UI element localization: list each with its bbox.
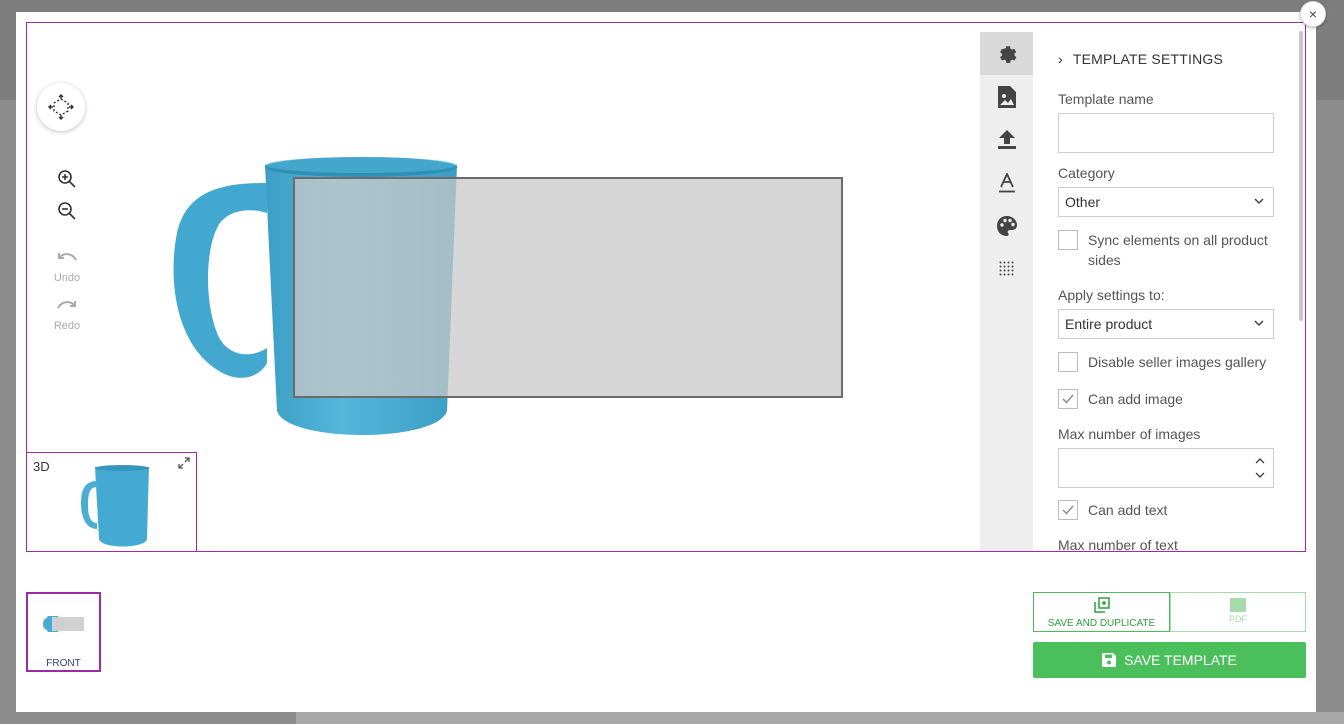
zoom-out-button[interactable] (57, 201, 77, 221)
save-and-duplicate-button[interactable]: SAVE AND DUPLICATE (1033, 592, 1170, 632)
gear-icon (999, 45, 1016, 63)
max-images-input[interactable] (1058, 448, 1274, 488)
print-area[interactable] (293, 177, 843, 398)
editor-toolbar (980, 32, 1033, 551)
pdf-icon (1230, 598, 1246, 612)
image-icon (997, 85, 1016, 108)
duplicate-icon (1093, 597, 1110, 613)
category-select[interactable]: Other (1058, 187, 1274, 217)
section-title: TEMPLATE SETTINGS (1072, 51, 1224, 67)
chevron-down-icon (1254, 320, 1264, 327)
save-template-button[interactable]: SAVE TEMPLATE (1033, 642, 1306, 678)
tool-settings[interactable] (980, 32, 1033, 75)
settings-scrollbar[interactable] (1299, 31, 1303, 321)
apply-settings-value: Entire product (1065, 316, 1153, 332)
redo-button[interactable]: Redo (47, 299, 87, 332)
3d-mug-preview (81, 465, 149, 547)
template-name-input[interactable] (1058, 113, 1274, 153)
pdf-button[interactable]: PDF (1170, 592, 1306, 632)
dots-grid-icon (999, 261, 1013, 275)
disable-gallery-option[interactable]: Disable seller images gallery (1058, 352, 1266, 372)
chevron-down-icon (1254, 198, 1264, 205)
undo-button[interactable]: Undo (47, 251, 87, 284)
sync-elements-label: Sync elements on all product sides (1088, 232, 1268, 268)
can-add-text-checkbox[interactable] (1058, 500, 1078, 520)
palette-icon (996, 215, 1017, 236)
sync-elements-option[interactable]: Sync elements on all product sides (1058, 230, 1274, 270)
expand-icon[interactable] (178, 457, 190, 469)
settings-panel: › TEMPLATE SETTINGS Template name Catego… (1058, 23, 1288, 552)
save-template-label: SAVE TEMPLATE (1124, 652, 1237, 668)
3d-preview-panel[interactable]: 3D (27, 452, 197, 551)
text-icon (998, 172, 1015, 192)
can-add-image-label: Can add image (1088, 391, 1183, 407)
max-text-label: Max number of text (1058, 537, 1178, 552)
can-add-image-option[interactable]: Can add image (1058, 389, 1183, 409)
tool-upload[interactable] (980, 118, 1033, 161)
zoom-out-icon (58, 202, 76, 220)
floppy-disk-icon (1102, 653, 1117, 667)
zoom-in-button[interactable] (57, 169, 77, 189)
side-thumbnail-front[interactable]: FRONT (26, 592, 101, 672)
redo-label: Redo (53, 320, 81, 332)
disable-gallery-checkbox[interactable] (1058, 352, 1078, 372)
max-images-label: Max number of images (1058, 426, 1201, 442)
3d-preview-label: 3D (33, 459, 50, 474)
category-value: Other (1065, 194, 1101, 210)
template-name-label: Template name (1058, 91, 1154, 107)
close-button[interactable]: × (1300, 1, 1326, 27)
chevron-right-icon: › (1058, 51, 1063, 67)
side-label: FRONT (46, 658, 81, 669)
close-icon: × (1308, 6, 1318, 22)
page-backdrop-bottom (296, 712, 1344, 724)
upload-icon (997, 129, 1016, 149)
3d-rotate-button[interactable] (37, 83, 85, 131)
undo-icon (58, 253, 77, 261)
tool-color[interactable] (980, 204, 1033, 247)
category-label: Category (1058, 165, 1115, 181)
stepper-icon[interactable] (1255, 457, 1265, 479)
checkmark-icon (1062, 394, 1074, 404)
zoom-in-icon (58, 170, 76, 188)
disable-gallery-label: Disable seller images gallery (1088, 354, 1267, 370)
can-add-image-checkbox[interactable] (1058, 389, 1078, 409)
design-canvas[interactable]: Undo Redo › TEMPLATE SETTINGS Template n… (26, 22, 1306, 552)
tool-pattern[interactable] (980, 247, 1033, 290)
tool-text[interactable] (980, 161, 1033, 204)
apply-settings-select[interactable]: Entire product (1058, 309, 1274, 339)
sync-elements-checkbox[interactable] (1058, 230, 1078, 250)
can-add-text-option[interactable]: Can add text (1058, 500, 1167, 520)
checkmark-icon (1062, 505, 1074, 515)
3d-rotate-icon (48, 94, 74, 120)
save-and-duplicate-label: SAVE AND DUPLICATE (1047, 618, 1156, 629)
undo-label: Undo (53, 272, 81, 284)
pdf-label: PDF (1229, 614, 1247, 624)
can-add-text-label: Can add text (1088, 502, 1168, 518)
template-settings-header[interactable]: › TEMPLATE SETTINGS (1058, 51, 1223, 67)
apply-settings-label: Apply settings to: (1058, 287, 1165, 303)
front-side-preview (43, 616, 84, 632)
tool-image[interactable] (980, 75, 1033, 118)
redo-icon (57, 301, 76, 309)
